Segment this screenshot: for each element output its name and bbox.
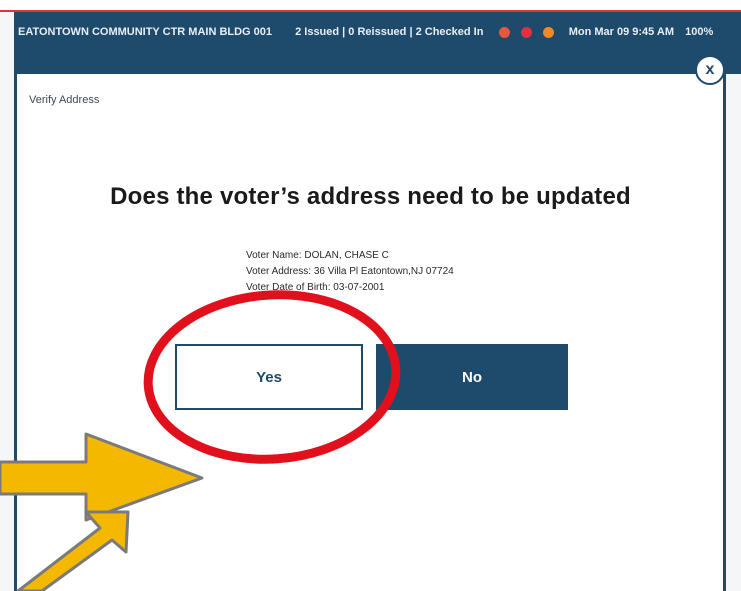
voter-counts: 2 Issued | 0 Reissued | 2 Checked In: [295, 26, 484, 39]
screen-frame: EATONTOWN COMMUNITY CTR MAIN BLDG 001 2 …: [0, 0, 741, 591]
alert-icon[interactable]: [498, 26, 510, 38]
no-button-label: No: [462, 368, 482, 386]
date-time: Mon Mar 09 9:45 AM: [568, 26, 675, 39]
voter-info: Voter Name: DOLAN, CHASE C Voter Address…: [246, 248, 454, 296]
notification-icon[interactable]: [520, 26, 532, 38]
voter-name: Voter Name: DOLAN, CHASE C: [246, 250, 389, 261]
battery-level: 100%: [685, 26, 714, 39]
yes-button-label: Yes: [256, 368, 282, 386]
polling-location: EATONTOWN COMMUNITY CTR MAIN BLDG 001: [18, 26, 273, 39]
address-question: Does the voter’s address need to be upda…: [110, 183, 631, 210]
voter-address: Voter Address: 36 Villa Pl Eatontown,NJ …: [246, 266, 454, 277]
verify-address-modal: Verify Address: [14, 74, 726, 591]
yes-button[interactable]: Yes: [175, 344, 363, 410]
modal-title: Verify Address: [29, 94, 100, 106]
close-icon: x: [705, 61, 715, 78]
top-strip: [0, 0, 741, 12]
close-button[interactable]: x: [695, 55, 725, 85]
voter-dob: Voter Date of Birth: 03-07-2001: [246, 282, 385, 293]
warning-icon[interactable]: [542, 26, 554, 38]
no-button[interactable]: No: [376, 344, 568, 410]
status-bar: EATONTOWN COMMUNITY CTR MAIN BLDG 001 2 …: [14, 12, 741, 74]
